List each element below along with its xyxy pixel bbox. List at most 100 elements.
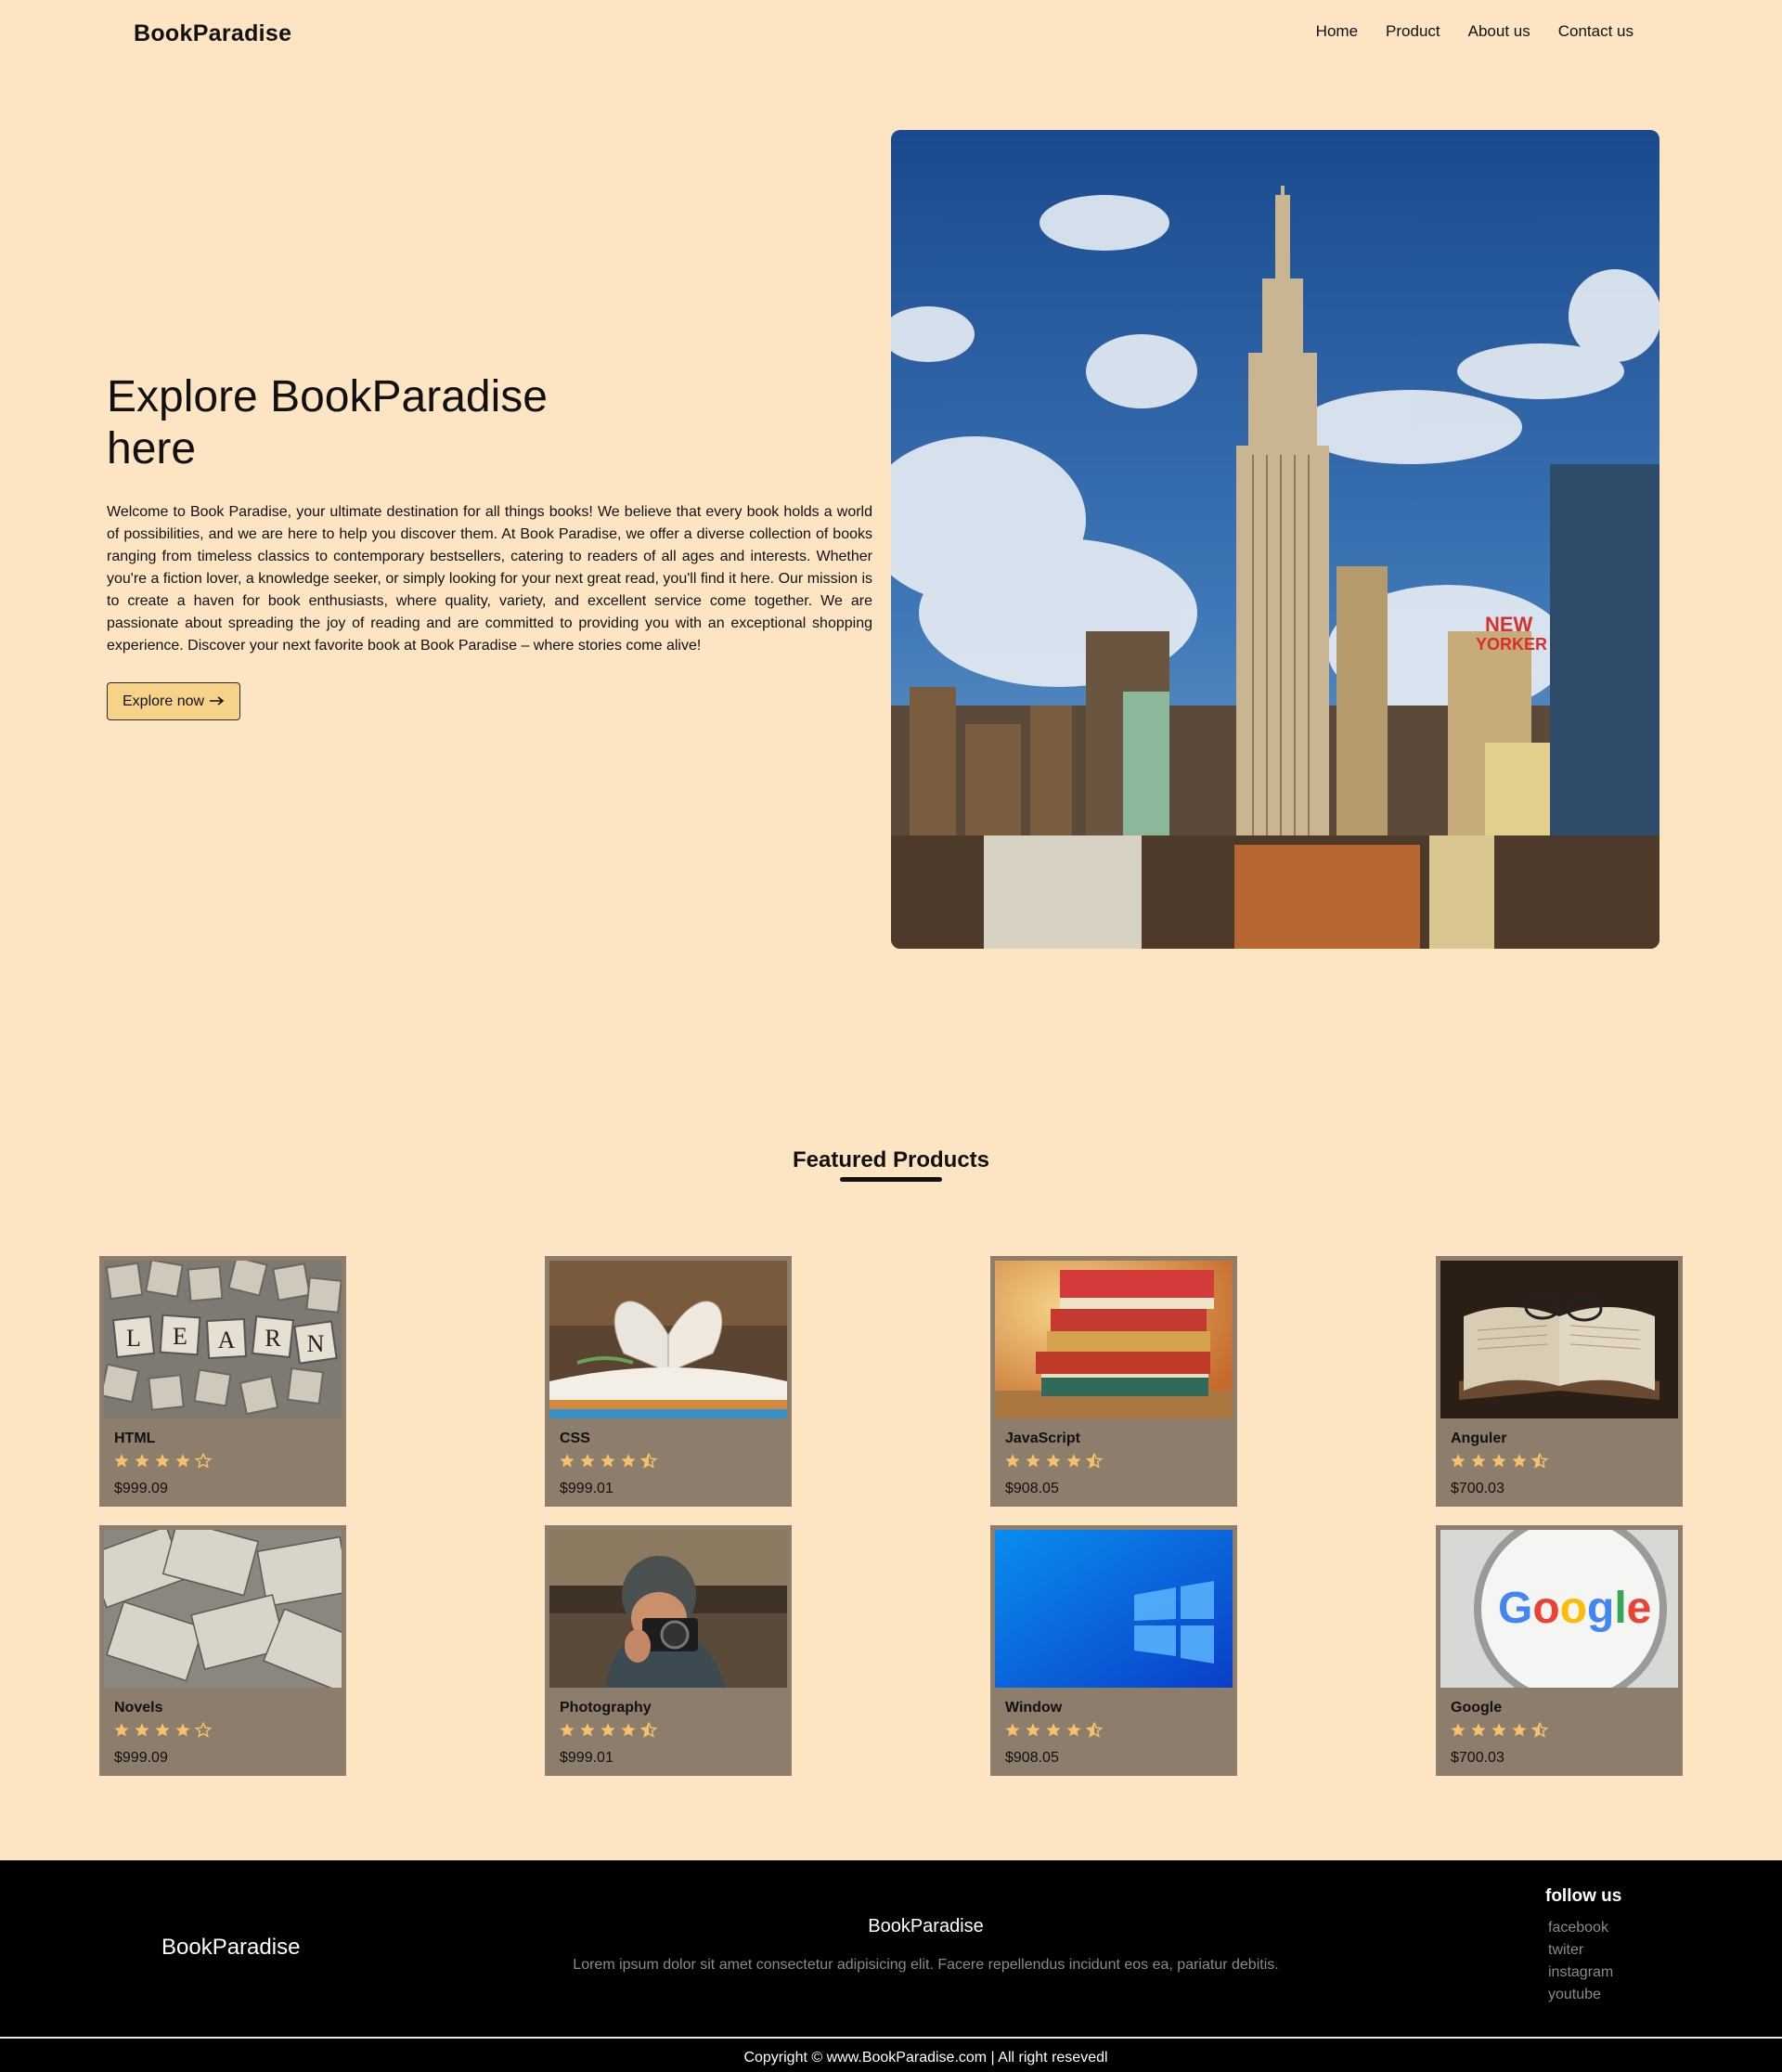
star-full-icon — [114, 1454, 129, 1468]
copyright-text: Copyright © www.BookParadise.com | All r… — [743, 2050, 1108, 2066]
featured-title-underline — [840, 1177, 942, 1182]
product-card-javascript[interactable]: JavaScript $908.05 — [990, 1256, 1237, 1507]
product-price: $700.03 — [1451, 1750, 1504, 1766]
svg-text:NEW: NEW — [1485, 613, 1533, 636]
product-price: $700.03 — [1451, 1481, 1504, 1496]
star-full-icon — [1471, 1723, 1486, 1737]
product-card-novels[interactable]: Novels $999.09 — [99, 1525, 346, 1776]
star-full-icon — [1026, 1454, 1040, 1468]
star-full-icon — [1451, 1454, 1466, 1468]
product-price: $999.01 — [560, 1481, 613, 1496]
svg-text:A: A — [218, 1327, 236, 1353]
explore-now-button[interactable]: Explore now — [107, 682, 241, 720]
facebook-link[interactable]: facebook — [1548, 1920, 1613, 1936]
product-name: Google — [1451, 1700, 1503, 1716]
product-price: $999.09 — [114, 1481, 168, 1496]
nav-link-product[interactable]: Product — [1386, 22, 1440, 41]
star-half-icon — [1531, 1722, 1548, 1738]
svg-text:L: L — [126, 1325, 141, 1352]
product-name: JavaScript — [1005, 1431, 1080, 1446]
product-image-book-heart — [549, 1261, 787, 1418]
explore-now-label: Explore now — [123, 693, 205, 709]
product-card-css[interactable]: CSS $999.01 — [545, 1256, 792, 1507]
top-navbar: BookParadise Home Product About us Conta… — [0, 0, 1782, 65]
star-full-icon — [1046, 1454, 1061, 1468]
product-card-google[interactable]: Google Google $700.03 — [1436, 1525, 1683, 1776]
rating-stars — [113, 1453, 212, 1470]
star-full-icon — [1026, 1723, 1040, 1737]
star-full-icon — [621, 1454, 636, 1468]
star-full-icon — [1066, 1723, 1081, 1737]
hero-title: Explore BookParadise here — [107, 372, 548, 473]
product-name: HTML — [114, 1431, 156, 1446]
youtube-link[interactable]: youtube — [1548, 1987, 1613, 2003]
star-half-icon — [1086, 1722, 1103, 1738]
star-full-icon — [580, 1454, 595, 1468]
star-half-icon — [1531, 1453, 1548, 1469]
star-half-icon — [640, 1722, 657, 1738]
star-full-icon — [1005, 1723, 1020, 1737]
star-full-icon — [1005, 1454, 1020, 1468]
star-full-icon — [580, 1723, 595, 1737]
product-price: $999.01 — [560, 1750, 613, 1766]
product-image-google-magnifier: Google — [1440, 1530, 1678, 1688]
product-card-window[interactable]: Window $908.05 — [990, 1525, 1237, 1776]
rating-stars — [1450, 1722, 1548, 1739]
star-full-icon — [175, 1454, 190, 1468]
twitter-link[interactable]: twiter — [1548, 1942, 1613, 1959]
star-full-icon — [1512, 1723, 1527, 1737]
product-name: Novels — [114, 1700, 163, 1716]
product-name: CSS — [560, 1431, 590, 1446]
star-half-icon — [1086, 1453, 1103, 1469]
star-full-icon — [600, 1454, 615, 1468]
nav-link-about[interactable]: About us — [1468, 22, 1530, 41]
svg-text:YORKER: YORKER — [1476, 635, 1547, 654]
product-image-learn-tiles: L E A RN — [104, 1261, 342, 1418]
featured-products-title: Featured Products — [792, 1147, 990, 1172]
svg-text:N: N — [307, 1330, 325, 1357]
rating-stars — [113, 1722, 212, 1739]
social-links: facebook twiter instagram youtube — [1548, 1920, 1613, 2003]
star-full-icon — [135, 1454, 149, 1468]
star-full-icon — [114, 1723, 129, 1737]
product-image-open-book-glasses — [1440, 1261, 1678, 1418]
product-name: Window — [1005, 1700, 1063, 1716]
product-image-windows-wallpaper — [995, 1530, 1233, 1688]
site-footer: BookParadise BookParadise Lorem ipsum do… — [0, 1860, 1782, 2072]
product-image-person-camera — [549, 1530, 787, 1688]
site-logo[interactable]: BookParadise — [134, 20, 291, 47]
product-card-photography[interactable]: Photography $999.01 — [545, 1525, 792, 1776]
footer-center-title: BookParadise — [868, 1916, 984, 1936]
nav-link-home[interactable]: Home — [1316, 22, 1358, 41]
star-full-icon — [600, 1723, 615, 1737]
product-image-stacked-books — [995, 1261, 1233, 1418]
rating-stars — [1450, 1453, 1548, 1470]
rating-stars — [559, 1453, 657, 1470]
star-empty-icon — [195, 1453, 212, 1469]
star-full-icon — [1471, 1454, 1486, 1468]
product-image-scattered-books — [104, 1530, 342, 1688]
product-card-anguler[interactable]: Anguler $700.03 — [1436, 1256, 1683, 1507]
star-full-icon — [1512, 1454, 1527, 1468]
instagram-link[interactable]: instagram — [1548, 1964, 1613, 1981]
star-full-icon — [155, 1723, 170, 1737]
star-full-icon — [1491, 1454, 1506, 1468]
star-full-icon — [135, 1723, 149, 1737]
star-full-icon — [1066, 1454, 1081, 1468]
star-full-icon — [560, 1454, 575, 1468]
svg-text:R: R — [265, 1325, 281, 1352]
rating-stars — [1004, 1722, 1103, 1739]
star-half-icon — [640, 1453, 657, 1469]
footer-divider — [0, 2037, 1782, 2039]
arrow-right-icon — [210, 693, 225, 710]
nav-menu: Home Product About us Contact us — [1316, 22, 1634, 41]
rating-stars — [559, 1722, 657, 1739]
nav-link-contact[interactable]: Contact us — [1558, 22, 1634, 41]
product-price: $908.05 — [1005, 1750, 1059, 1766]
product-name: Photography — [560, 1700, 652, 1716]
hero-description: Welcome to Book Paradise, your ultimate … — [107, 504, 872, 654]
product-card-html[interactable]: L E A RN HTML $999.09 — [99, 1256, 346, 1507]
star-full-icon — [175, 1723, 190, 1737]
star-full-icon — [1046, 1723, 1061, 1737]
star-empty-icon — [195, 1722, 212, 1738]
